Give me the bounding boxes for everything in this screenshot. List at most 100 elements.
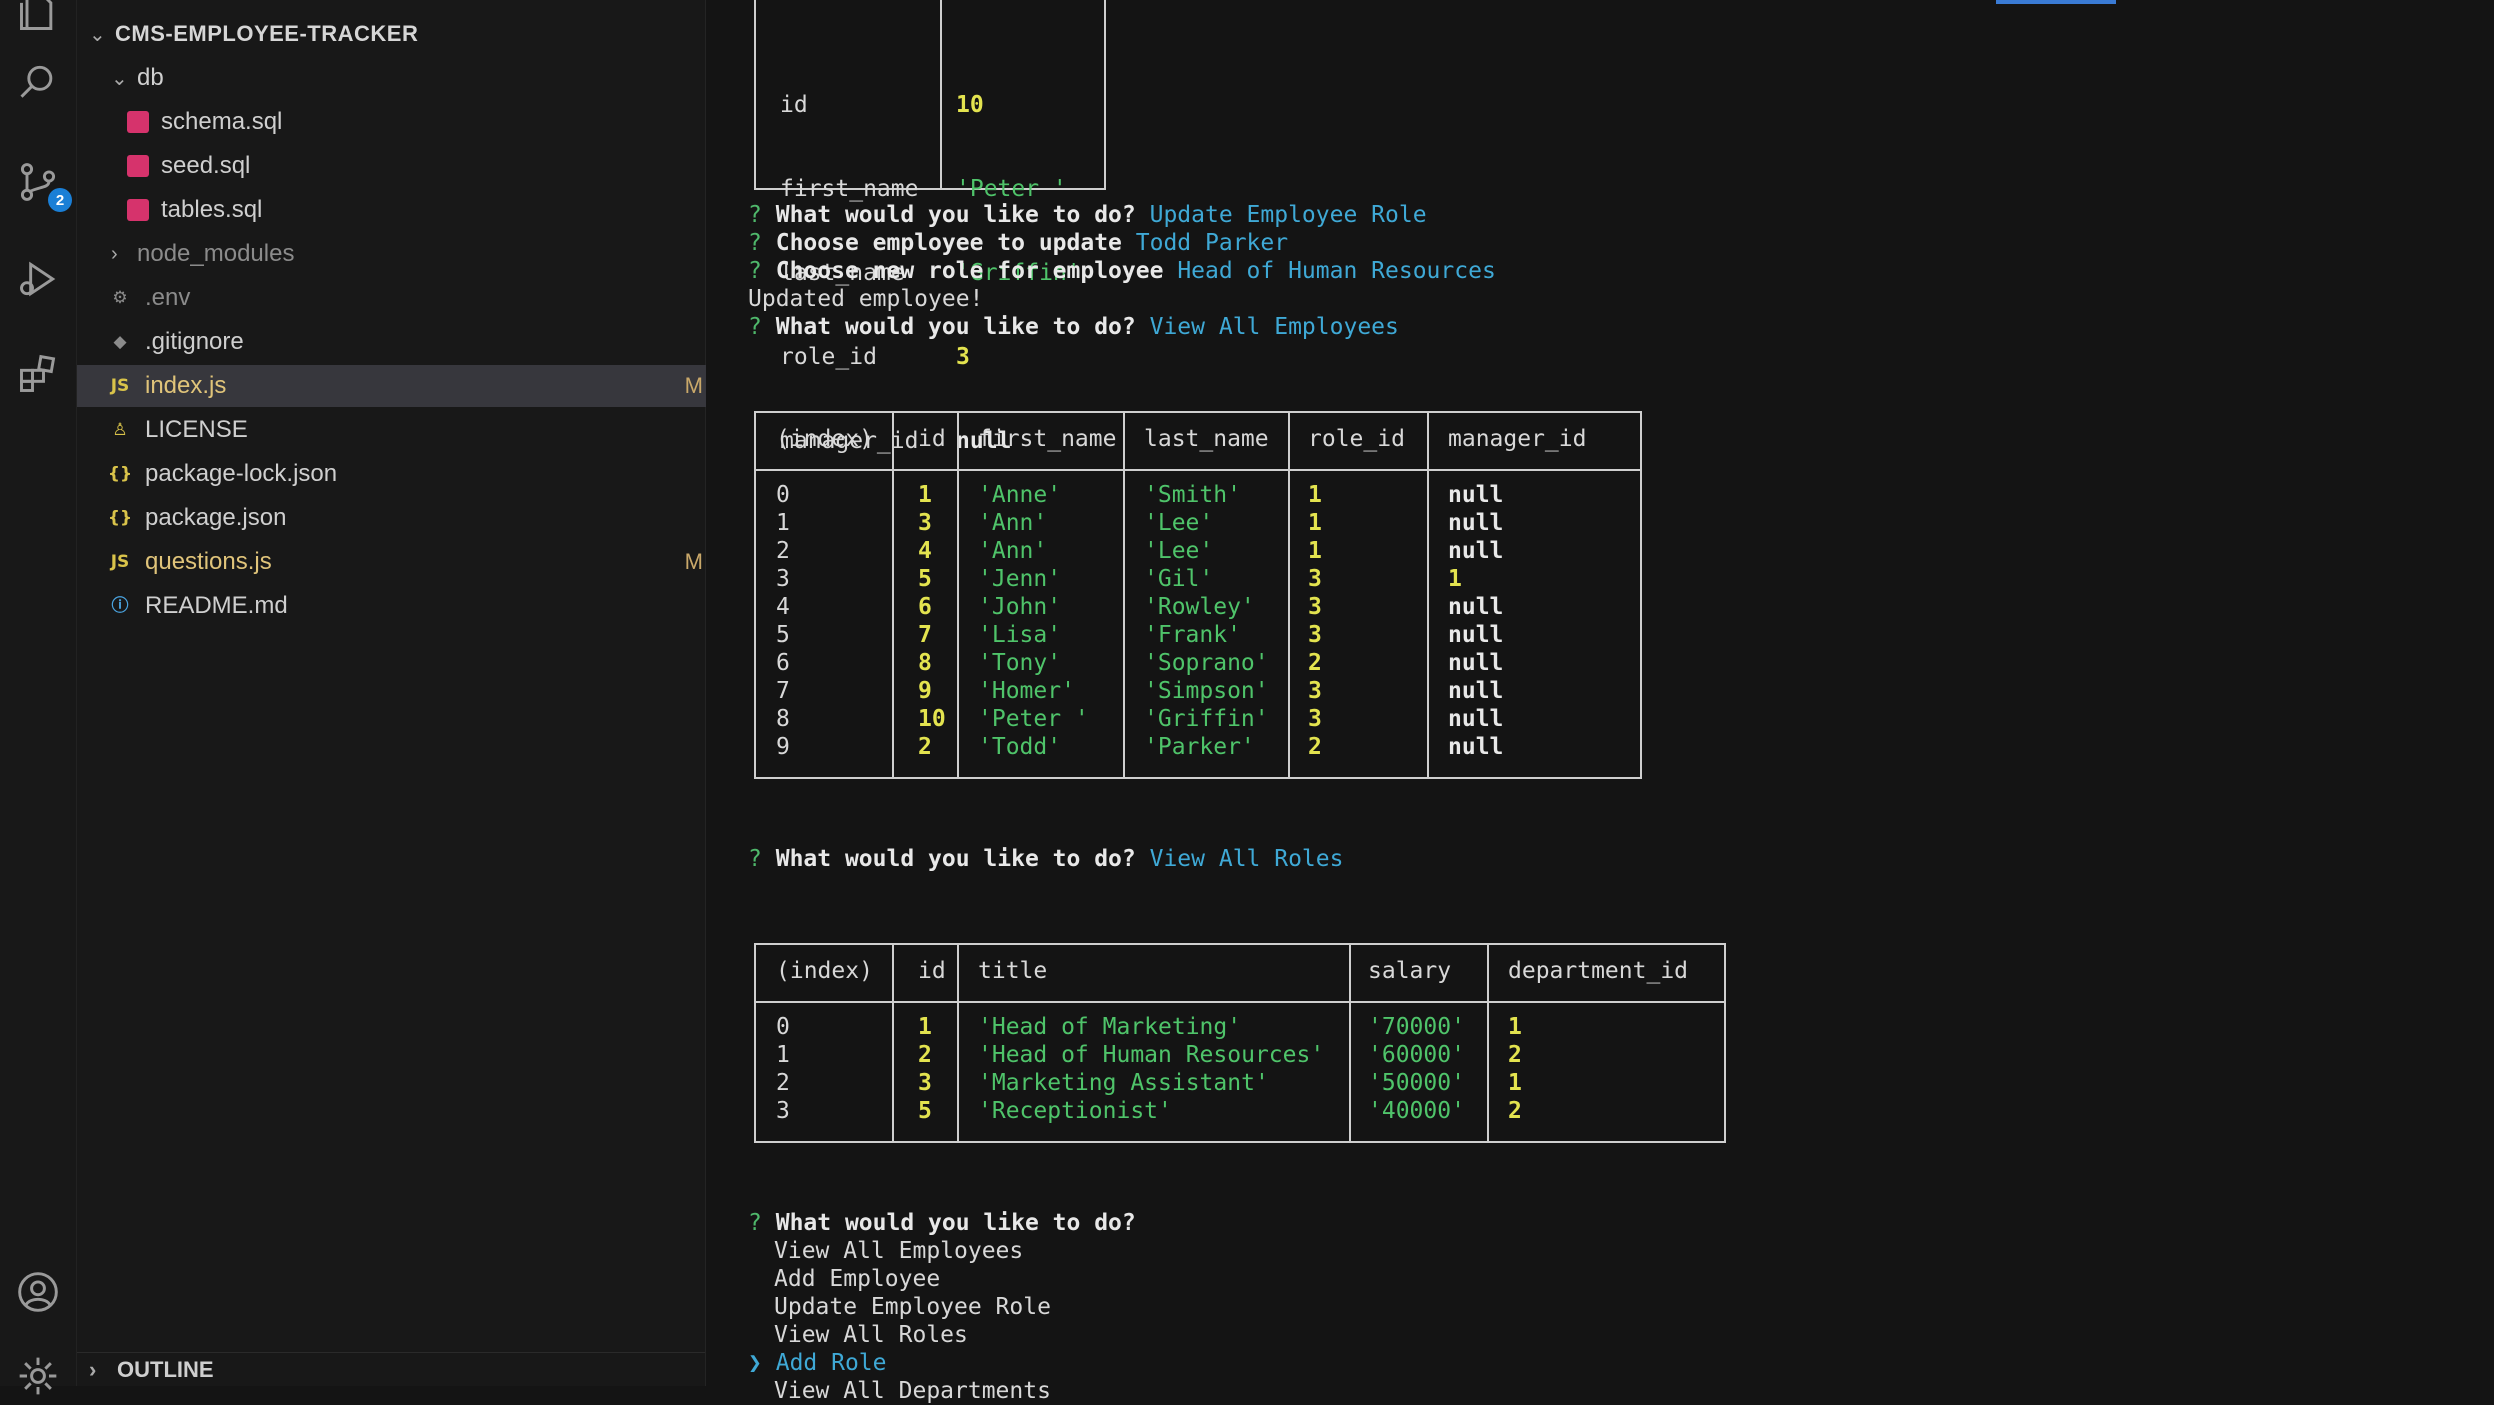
table-cell: 8 — [776, 706, 790, 732]
table-cell: '60000' — [1368, 1042, 1465, 1068]
table-cell: 'Smith' — [1144, 482, 1241, 508]
prompt-line: ? Choose employee to update Todd Parker — [748, 230, 1289, 256]
project-title: CMS-EMPLOYEE-TRACKER — [115, 21, 419, 46]
file-index-js[interactable]: JS index.js M — [77, 365, 735, 407]
table-cell: 1 — [776, 1042, 790, 1068]
column-header: first_name — [978, 426, 1117, 452]
table-cell: null — [1448, 706, 1504, 732]
file-readme-md[interactable]: ⓘ README.md — [77, 585, 735, 627]
prompt-line: ? What would you like to do? View All Em… — [748, 314, 1399, 340]
table-cell: null — [1448, 482, 1504, 508]
terminal-panel[interactable]: id first_name last_name role_id manager_… — [706, 0, 2494, 1404]
menu-option[interactable]: View All Roles — [774, 1321, 968, 1349]
file-package-json[interactable]: {} package.json — [77, 497, 735, 539]
file-seed-sql[interactable]: seed.sql — [77, 145, 755, 187]
table-cell: 'Lee' — [1144, 510, 1214, 536]
file-questions-js[interactable]: JS questions.js M — [77, 541, 735, 583]
table-cell: null — [1448, 678, 1504, 704]
menu-option[interactable]: View All Employees — [774, 1237, 1023, 1265]
explorer-icon[interactable] — [14, 0, 62, 36]
javascript-file-icon: JS — [110, 552, 130, 572]
table-cell: '40000' — [1368, 1098, 1465, 1124]
extensions-icon[interactable] — [14, 350, 62, 398]
column-header: (index) — [776, 958, 873, 984]
git-icon: ◆ — [113, 332, 127, 352]
file-schema-sql[interactable]: schema.sql — [77, 101, 755, 143]
gear-icon: ⚙ — [112, 288, 128, 308]
chevron-right-icon: › — [89, 1357, 97, 1382]
source-control-icon[interactable]: 2 — [14, 158, 72, 212]
table-cell: 'Rowley' — [1144, 594, 1255, 620]
table-cell: 1 — [1308, 510, 1322, 536]
menu-option[interactable]: Add Employee — [774, 1265, 940, 1293]
table-cell: null — [1448, 650, 1504, 676]
active-tab-indicator — [1996, 0, 2116, 4]
table-cell: 3 — [1308, 594, 1322, 620]
table-cell: 'Lisa' — [978, 622, 1062, 648]
file-label: seed.sql — [161, 152, 251, 179]
record-key: first_name — [780, 176, 919, 202]
table-cell: null — [1448, 734, 1504, 760]
table-cell: 'Ann' — [978, 538, 1048, 564]
table-cell: 6 — [776, 650, 790, 676]
prompt-line: ? What would you like to do? Update Empl… — [748, 202, 1427, 228]
column-header: (index) — [776, 426, 873, 452]
run-debug-icon[interactable] — [14, 255, 62, 303]
javascript-file-icon: JS — [110, 376, 130, 396]
outline-title: OUTLINE — [117, 1357, 214, 1382]
table-cell: 1 — [1508, 1070, 1522, 1096]
account-icon[interactable] — [14, 1268, 62, 1316]
table-cell: 'Gil' — [1144, 566, 1214, 592]
table-cell: 'Frank' — [1144, 622, 1241, 648]
folder-node-modules[interactable]: › node_modules — [77, 233, 739, 275]
table-cell: 'John' — [978, 594, 1062, 620]
table-cell: 'Receptionist' — [978, 1098, 1172, 1124]
outline-section[interactable]: › OUTLINE — [77, 1352, 705, 1387]
project-folder[interactable]: ⌄ CMS-EMPLOYEE-TRACKER — [77, 13, 717, 55]
activity-bar: 2 — [0, 0, 77, 1395]
file-license[interactable]: ♙ LICENSE — [77, 409, 735, 451]
search-icon[interactable] — [14, 58, 62, 106]
table-cell: 'Anne' — [978, 482, 1062, 508]
menu-option[interactable]: Update Employee Role — [774, 1293, 1051, 1321]
folder-db[interactable]: ⌄ db — [77, 57, 739, 99]
file-tables-sql[interactable]: tables.sql — [77, 189, 755, 231]
menu-option-selected[interactable]: ❯ Add Role — [748, 1349, 887, 1377]
json-file-icon: {} — [107, 464, 133, 484]
table-cell: 'Soprano' — [1144, 650, 1269, 676]
table-cell: 8 — [918, 650, 932, 676]
table-cell: 'Marketing Assistant' — [978, 1070, 1269, 1096]
file-label: .gitignore — [145, 328, 244, 355]
file-gitignore[interactable]: ◆ .gitignore — [77, 321, 735, 363]
table-cell: 0 — [776, 1014, 790, 1040]
file-label: schema.sql — [161, 108, 283, 135]
source-control-badge: 2 — [48, 188, 72, 212]
column-header: department_id — [1508, 958, 1689, 984]
json-file-icon: {} — [107, 508, 133, 528]
record-key: role_id — [780, 344, 877, 370]
table-cell: 3 — [918, 1070, 932, 1096]
table-cell: 5 — [918, 1098, 932, 1124]
table-cell: 1 — [1448, 566, 1462, 592]
table-cell: 3 — [776, 1098, 790, 1124]
table-cell: 3 — [1308, 622, 1322, 648]
file-label: README.md — [145, 592, 288, 619]
column-header: last_name — [1144, 426, 1269, 452]
menu-option[interactable]: View All Departments — [774, 1377, 1051, 1405]
table-cell: 3 — [918, 510, 932, 536]
table-cell: 'Head of Marketing' — [978, 1014, 1242, 1040]
file-env[interactable]: ⚙ .env — [77, 277, 735, 319]
table-cell: 3 — [1308, 566, 1322, 592]
table-cell: 'Ann' — [978, 510, 1048, 536]
file-package-lock-json[interactable]: {} package-lock.json — [77, 453, 735, 495]
record-value: 'Peter ' — [956, 176, 1067, 202]
table-cell: 1 — [1308, 482, 1322, 508]
file-label: package.json — [145, 504, 287, 531]
column-header: salary — [1368, 958, 1452, 984]
table-cell: null — [1448, 538, 1504, 564]
table-cell: 'Simpson' — [1144, 678, 1269, 704]
settings-icon[interactable] — [14, 1352, 62, 1400]
column-header: role_id — [1308, 426, 1405, 452]
table-cell: 9 — [918, 678, 932, 704]
prompt-line: ? What would you like to do? — [748, 1210, 1136, 1236]
